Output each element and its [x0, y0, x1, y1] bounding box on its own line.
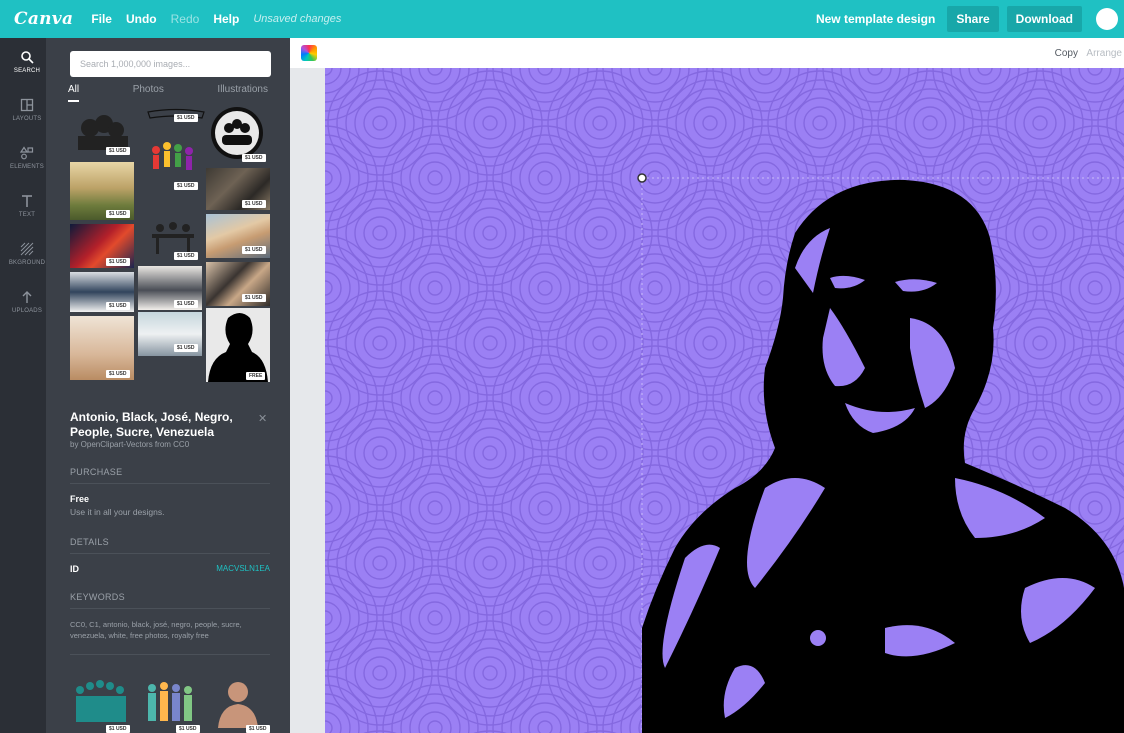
result-thumbnail[interactable]: $1 USD: [206, 262, 270, 306]
help-menu[interactable]: Help: [213, 12, 239, 26]
editor-toolbar: Copy Arrange: [290, 38, 1124, 68]
tab-all[interactable]: All: [68, 84, 80, 102]
layouts-icon: [20, 98, 34, 112]
rail-label: LAYOUTS: [12, 116, 42, 122]
price-tag: $1 USD: [174, 182, 198, 190]
result-thumbnail[interactable]: $1 USD: [70, 224, 134, 268]
top-actions: New template design Share Download: [816, 6, 1118, 32]
divider: [70, 654, 270, 655]
price-tag: $1 USD: [174, 300, 198, 308]
copy-button[interactable]: Copy: [1055, 48, 1078, 59]
rail-item-layouts[interactable]: LAYOUTS: [8, 86, 46, 134]
divider: [70, 483, 270, 484]
free-tag: FREE: [246, 372, 266, 380]
share-button[interactable]: Share: [947, 6, 999, 32]
price-tag: $1 USD: [174, 114, 198, 122]
search-icon: [21, 51, 34, 64]
rail-item-background[interactable]: BKGROUND: [8, 230, 46, 278]
rail-item-search[interactable]: SEARCH: [8, 38, 46, 86]
price-tag: $1 USD: [246, 725, 270, 733]
divider: [70, 553, 270, 554]
arrange-button[interactable]: Arrange: [1086, 48, 1122, 59]
rail-label: BKGROUND: [8, 260, 46, 266]
result-thumbnail[interactable]: $1 USD: [70, 678, 134, 733]
result-thumbnail-selected[interactable]: FREE: [206, 308, 270, 382]
price-tag: $1 USD: [106, 147, 130, 155]
rail-label: ELEMENTS: [10, 164, 44, 170]
side-rail: SEARCH LAYOUTS ELEMENTS TEXT BKGROUND UP…: [8, 38, 46, 733]
divider: [70, 608, 270, 609]
price-tag: $1 USD: [106, 258, 130, 266]
price-tag: $1 USD: [174, 252, 198, 260]
rail-item-uploads[interactable]: UPLOADS: [8, 278, 46, 326]
top-bar: Canva File Undo Redo Help Unsaved change…: [0, 0, 1124, 38]
price-tag: $1 USD: [176, 725, 200, 733]
workspace: Copy Arrange: [290, 38, 1124, 733]
text-icon: [22, 195, 32, 207]
undo-button[interactable]: Undo: [126, 12, 157, 26]
redo-button[interactable]: Redo: [171, 12, 200, 26]
image-search-panel: Search 1,000,000 images... All Photos Il…: [46, 38, 290, 733]
color-picker-icon[interactable]: [301, 45, 317, 61]
rail-label: UPLOADS: [11, 308, 43, 314]
price-tag: $1 USD: [174, 344, 198, 352]
price-tag: $1 USD: [106, 210, 130, 218]
price-tag: $1 USD: [106, 302, 130, 310]
price-name: Free: [70, 494, 90, 504]
elements-icon: [20, 146, 34, 160]
result-thumbnail[interactable]: $1 USD: [70, 316, 134, 380]
rail-label: TEXT: [18, 212, 36, 218]
download-button[interactable]: Download: [1006, 6, 1082, 32]
result-tabs: All Photos Illustrations: [68, 84, 268, 104]
upload-icon: [22, 291, 32, 303]
result-thumbnail[interactable]: $1 USD: [70, 162, 134, 220]
price-tag: $1 USD: [242, 200, 266, 208]
result-thumbnail[interactable]: $1 USD: [140, 678, 204, 733]
result-thumbnail[interactable]: $1 USD: [146, 138, 200, 190]
avatar[interactable]: [1096, 8, 1118, 30]
rail-label: SEARCH: [13, 68, 41, 74]
rail-item-elements[interactable]: ELEMENTS: [8, 134, 46, 182]
keywords-list: CC0, C1, antonio, black, josé, negro, pe…: [70, 620, 242, 640]
design-title[interactable]: New template design: [816, 12, 935, 26]
result-thumbnail[interactable]: $1 USD: [70, 106, 134, 158]
canva-logo[interactable]: Canva: [14, 9, 73, 29]
id-label: ID: [70, 564, 79, 574]
result-thumbnail[interactable]: $1 USD: [206, 678, 270, 733]
rotate-handle[interactable]: [637, 173, 647, 183]
file-menu[interactable]: File: [91, 12, 112, 26]
canva-editor: Canva File Undo Redo Help Unsaved change…: [0, 0, 1124, 733]
result-thumbnail[interactable]: $1 USD: [138, 266, 202, 310]
background-icon: [20, 242, 34, 256]
design-canvas[interactable]: [325, 68, 1124, 733]
price-tag: $1 USD: [242, 246, 266, 254]
close-icon[interactable]: ✕: [258, 412, 267, 425]
result-thumbnail[interactable]: $1 USD: [206, 106, 270, 164]
main-menu: File Undo Redo Help Unsaved changes: [91, 12, 341, 26]
save-status: Unsaved changes: [253, 13, 342, 25]
left-frame: [0, 38, 8, 733]
image-title: Antonio, Black, José, Negro, People, Suc…: [70, 410, 233, 439]
image-credit: by OpenClipart-Vectors from CC0: [70, 440, 190, 449]
price-tag: $1 USD: [106, 370, 130, 378]
price-tag: $1 USD: [242, 294, 266, 302]
search-input[interactable]: Search 1,000,000 images...: [70, 51, 271, 77]
price-tag: $1 USD: [106, 725, 130, 733]
details-heading: DETAILS: [70, 537, 109, 547]
keywords-heading: KEYWORDS: [70, 592, 125, 602]
rail-item-text[interactable]: TEXT: [8, 182, 46, 230]
result-thumbnail[interactable]: $1 USD: [146, 218, 200, 262]
price-tag: $1 USD: [242, 154, 266, 162]
canvas-artwork: [325, 68, 1124, 733]
id-value[interactable]: MACVSLN1EA: [216, 564, 270, 573]
purchase-heading: PURCHASE: [70, 467, 123, 477]
result-thumbnail[interactable]: $1 USD: [70, 272, 134, 312]
tab-photos[interactable]: Photos: [133, 84, 164, 104]
tab-illustrations[interactable]: Illustrations: [217, 84, 268, 104]
result-thumbnail[interactable]: $1 USD: [206, 168, 270, 210]
result-thumbnail[interactable]: $1 USD: [138, 312, 202, 356]
result-thumbnail[interactable]: $1 USD: [146, 106, 206, 126]
price-description: Use it in all your designs.: [70, 507, 165, 517]
result-thumbnail[interactable]: $1 USD: [206, 214, 270, 258]
